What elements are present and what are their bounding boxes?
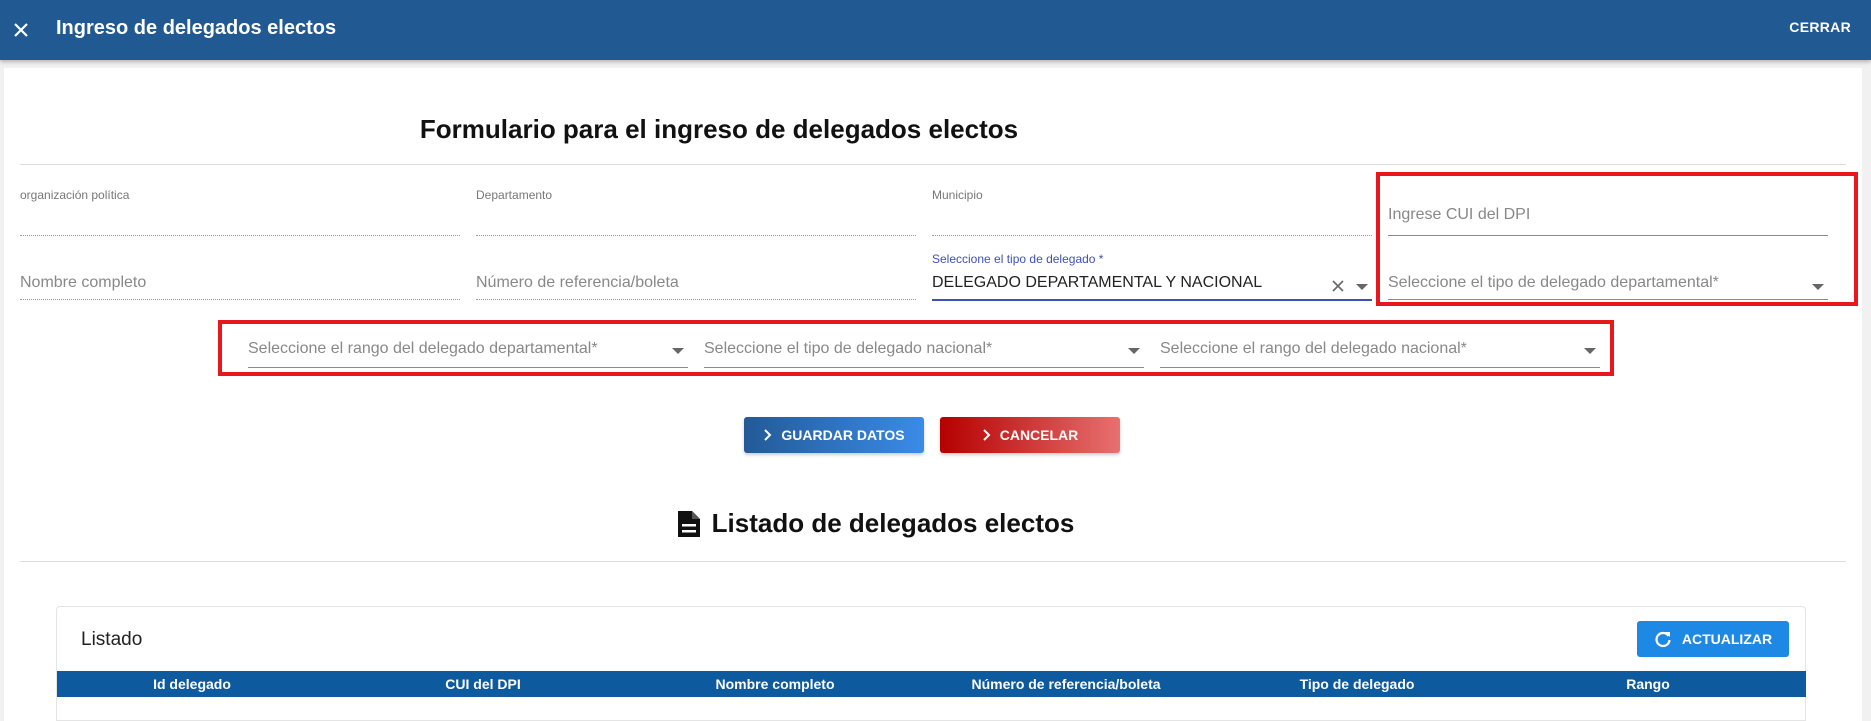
col-nombre[interactable]: Nombre completo — [715, 676, 834, 692]
form-heading: Formulario para el ingreso de delegados … — [419, 114, 1019, 144]
list-panel-title: Listado — [81, 629, 143, 650]
cancel-label: CANCELAR — [999, 427, 1079, 443]
col-rango[interactable]: Rango — [1626, 676, 1670, 692]
save-button[interactable]: GUARDAR DATOS — [744, 417, 924, 453]
col-id[interactable]: Id delegado — [153, 676, 231, 692]
divider — [20, 164, 1846, 165]
list-heading-text: Listado de delegados electos — [711, 508, 1075, 538]
highlight-box — [1376, 172, 1858, 306]
refresh-button[interactable]: ACTUALIZAR — [1637, 621, 1789, 657]
refresh-icon — [1655, 631, 1671, 648]
list-panel: Listado ACTUALIZAR Id delegado CUI del D… — [56, 606, 1806, 721]
tipo-delegado-label: Seleccione el tipo de delegado * — [932, 252, 1104, 266]
app-title: Ingreso de delegados electos — [56, 17, 337, 39]
col-referencia[interactable]: Número de referencia/boleta — [971, 676, 1160, 692]
close-button[interactable]: CERRAR — [1789, 19, 1851, 35]
divider — [20, 561, 1846, 562]
table-header: Id delegado CUI del DPI Nombre completo … — [57, 671, 1806, 697]
col-cui[interactable]: CUI del DPI — [445, 676, 520, 692]
tipo-delegado-select[interactable]: Seleccione el tipo de delegado * DELEGAD… — [932, 248, 1372, 301]
nombre-input[interactable]: Nombre completo — [20, 248, 460, 300]
departamento-label: Departamento — [476, 188, 553, 202]
chevron-right-icon — [983, 429, 991, 441]
referencia-placeholder: Número de referencia/boleta — [476, 274, 679, 291]
refresh-label: ACTUALIZAR — [1681, 631, 1773, 647]
municipio-field[interactable]: Municipio — [932, 184, 1372, 236]
org-label: organización política — [20, 188, 130, 202]
referencia-input[interactable]: Número de referencia/boleta — [476, 248, 916, 300]
close-icon[interactable] — [6, 15, 36, 45]
chevron-right-icon — [764, 429, 772, 441]
clear-icon[interactable] — [1330, 278, 1346, 294]
municipio-label: Municipio — [932, 188, 983, 202]
list-heading: Listado de delegados electos — [0, 508, 1858, 546]
departamento-field[interactable]: Departamento — [476, 184, 916, 236]
chevron-down-icon[interactable] — [1356, 284, 1368, 290]
col-tipo[interactable]: Tipo de delegado — [1300, 676, 1415, 692]
org-field[interactable]: organización política — [20, 184, 460, 236]
tipo-delegado-value: DELEGADO DEPARTAMENTAL Y NACIONAL — [932, 274, 1263, 291]
document-icon — [677, 510, 700, 537]
highlight-box — [218, 320, 1614, 376]
nombre-placeholder: Nombre completo — [20, 274, 147, 291]
cancel-button[interactable]: CANCELAR — [940, 417, 1120, 453]
save-label: GUARDAR DATOS — [781, 427, 905, 443]
app-bar: Ingreso de delegados electos CERRAR — [0, 0, 1871, 60]
